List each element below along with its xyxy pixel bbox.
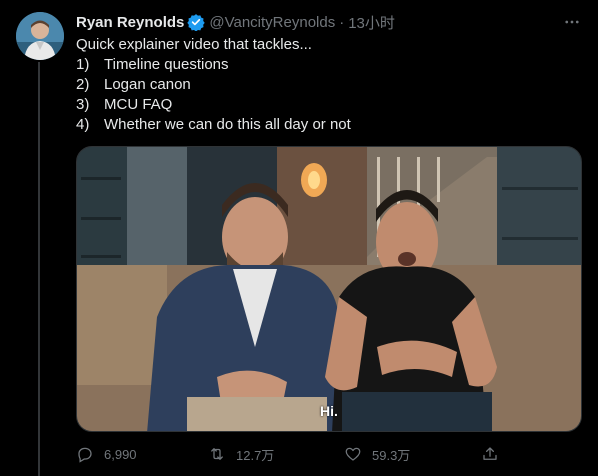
tweet-text: Quick explainer video that tackles... 1)… [76, 35, 576, 135]
video-frame [77, 147, 581, 431]
tweet-header: Ryan Reynolds @VancityReynolds · 13小时 [76, 12, 576, 32]
verified-badge-icon [187, 13, 206, 31]
video-subtitle: Hi. [320, 403, 338, 419]
list-number: 2) [76, 76, 90, 93]
share-icon [483, 447, 497, 460]
list-number: 4) [76, 116, 90, 133]
tweet-actions: 6,990 12.7万 59.3万 [76, 444, 516, 464]
like-count: 59.3万 [372, 447, 411, 463]
reply-count: 6,990 [104, 446, 137, 462]
avatar[interactable] [16, 12, 64, 60]
like-icon [345, 447, 361, 461]
tweet-line-intro: Quick explainer video that tackles... [76, 35, 576, 55]
more-options-icon[interactable] [560, 10, 584, 34]
reply-button[interactable]: 6,990 [76, 444, 137, 464]
video-player[interactable]: Hi. [76, 146, 582, 432]
retweet-button[interactable]: 12.7万 [208, 444, 274, 464]
like-button[interactable]: 59.3万 [344, 444, 410, 464]
list-number: 1) [76, 56, 90, 73]
tweet-line-2: 2) Logan canon [76, 75, 576, 95]
reply-icon [78, 447, 92, 463]
timestamp[interactable]: 13小时 [348, 12, 395, 33]
tweet-line-1: 1) Timeline questions [76, 55, 576, 75]
tweet-line-text: MCU FAQ [104, 96, 173, 113]
display-name[interactable]: Ryan Reynolds [76, 14, 184, 31]
separator-dot: · [339, 13, 345, 31]
user-handle[interactable]: @VancityReynolds [209, 14, 335, 31]
tweet-line-4: 4) Whether we can do this all day or not [76, 115, 576, 135]
tweet-line-text: Quick explainer video that tackles... [76, 36, 312, 53]
tweet-line-text: Whether we can do this all day or not [104, 116, 351, 133]
retweet-icon [211, 448, 223, 460]
share-button[interactable] [481, 444, 499, 464]
thread-line [38, 62, 40, 476]
tweet-line-text: Logan canon [104, 76, 191, 93]
list-number: 3) [76, 96, 90, 113]
retweet-count: 12.7万 [236, 447, 275, 463]
tweet-line-3: 3) MCU FAQ [76, 95, 576, 115]
tweet-line-text: Timeline questions [104, 56, 229, 73]
